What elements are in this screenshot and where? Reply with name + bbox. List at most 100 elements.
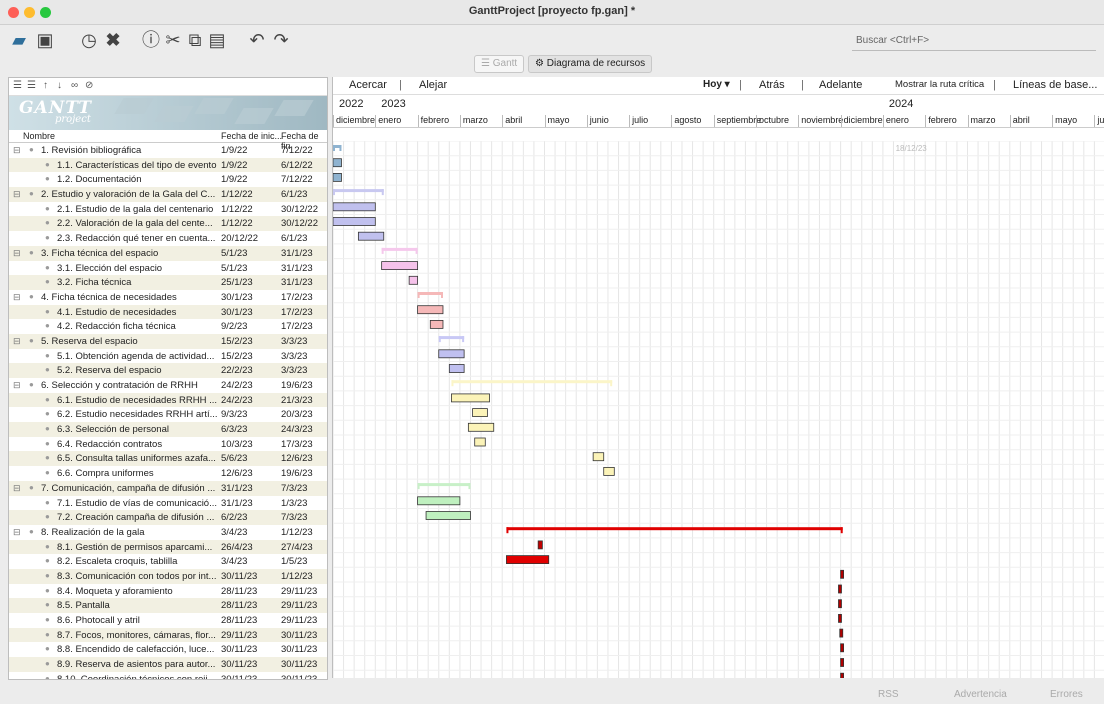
task-end-date[interactable]: 27/4/23 (281, 542, 327, 553)
task-name[interactable]: 6.4. Redacción contratos (57, 439, 223, 450)
outdent-icon[interactable]: ☰ (13, 80, 22, 91)
unlink-icon[interactable]: ⊘ (85, 80, 93, 91)
task-start-date[interactable]: 15/2/23 (221, 351, 276, 362)
task-end-date[interactable]: 6/1/23 (281, 233, 327, 244)
task-start-date[interactable]: 30/1/23 (221, 307, 276, 318)
task-start-date[interactable]: 26/4/23 (221, 542, 276, 553)
task-end-date[interactable]: 7/3/23 (281, 512, 327, 523)
task-end-date[interactable]: 1/12/23 (281, 571, 327, 582)
task-end-date[interactable]: 3/3/23 (281, 336, 327, 347)
task-row[interactable]: ⊟ ● 2. Estudio y valoración de la Gala del… (9, 187, 327, 202)
task-row[interactable]: ⊟ ● 7. Comunicación, campaña de difusión .… (9, 480, 327, 496)
task-name[interactable]: 8.7. Focos, monitores, cámaras, flor... (57, 630, 223, 641)
task-name[interactable]: 1.1. Características del tipo de evento (57, 160, 223, 171)
summary-task-bar[interactable] (381, 247, 418, 251)
task-end-date[interactable]: 1/3/23 (281, 498, 327, 509)
zoom-out-button[interactable]: Alejar (419, 79, 447, 91)
task-bar[interactable] (408, 275, 418, 285)
task-bar[interactable] (417, 305, 444, 315)
search-input[interactable]: Buscar <Ctrl+F> (852, 32, 1096, 51)
task-bar[interactable] (438, 349, 465, 359)
task-bar[interactable] (472, 408, 488, 418)
collapse-icon[interactable]: ⊟ (13, 527, 21, 538)
task-start-date[interactable]: 3/4/23 (221, 527, 276, 538)
collapse-icon[interactable]: ⊟ (13, 248, 21, 259)
task-start-date[interactable]: 1/12/22 (221, 204, 276, 215)
move-down-icon[interactable]: ↓ (57, 80, 62, 91)
task-bar[interactable] (838, 599, 842, 609)
task-start-date[interactable]: 22/2/23 (221, 365, 276, 376)
task-name[interactable]: 5.1. Obtención agenda de actividad... (57, 351, 223, 362)
task-row[interactable]: ● 7.2. Creación campaña de difusión ... 6/… (9, 510, 327, 525)
task-start-date[interactable]: 3/4/23 (221, 556, 276, 567)
task-start-date[interactable]: 12/6/23 (221, 468, 276, 479)
task-bar[interactable] (333, 202, 376, 212)
task-end-date[interactable]: 12/6/23 (281, 453, 327, 464)
task-end-date[interactable]: 21/3/23 (281, 395, 327, 406)
task-start-date[interactable]: 1/9/22 (221, 160, 276, 171)
task-start-date[interactable]: 15/2/23 (221, 336, 276, 347)
task-bar[interactable] (448, 364, 465, 373)
task-bar[interactable] (333, 173, 342, 182)
task-row[interactable]: ● 1.1. Características del tipo de evento… (9, 157, 327, 173)
back-button[interactable]: Atrás (759, 79, 785, 91)
task-row[interactable]: ● 2.3. Redacción qué tener en cuenta... 20… (9, 231, 327, 246)
task-start-date[interactable]: 9/3/23 (221, 409, 276, 420)
task-end-date[interactable]: 17/2/23 (281, 292, 327, 303)
task-name[interactable]: 1.2. Documentación (57, 174, 223, 185)
task-bar[interactable] (839, 628, 844, 638)
task-row[interactable]: ● 8.3. Comunicación con todos por int... 3… (9, 568, 327, 584)
column-header-start[interactable]: Fecha de inic... (221, 131, 282, 141)
copy-icon[interactable]: ⧉ (184, 29, 206, 51)
task-row[interactable]: ● 6.5. Consulta tallas uniformes azafa...… (9, 451, 327, 467)
task-name[interactable]: 8.9. Reserva de asientos para autor... (57, 659, 223, 670)
task-start-date[interactable]: 5/6/23 (221, 453, 276, 464)
indent-icon[interactable]: ☰ (27, 80, 36, 91)
collapse-icon[interactable]: ⊟ (13, 145, 21, 156)
task-bar[interactable] (425, 511, 471, 520)
task-row[interactable]: ● 6.1. Estudio de necesidades RRHH ... 24/… (9, 392, 327, 408)
task-start-date[interactable]: 28/11/23 (221, 600, 276, 611)
task-row[interactable]: ⊟ ● 4. Ficha técnica de necesidades 30/1/23… (9, 290, 327, 305)
task-end-date[interactable]: 17/2/23 (281, 307, 327, 318)
task-start-date[interactable]: 25/1/23 (221, 277, 276, 288)
task-name[interactable]: 5. Reserva del espacio (41, 336, 223, 347)
task-start-date[interactable]: 5/1/23 (221, 248, 276, 259)
task-row[interactable]: ● 8.1. Gestión de permisos aparcami... 26/… (9, 539, 327, 555)
task-name[interactable]: 6.3. Selección de personal (57, 424, 223, 435)
task-start-date[interactable]: 1/12/22 (221, 218, 276, 229)
task-name[interactable]: 8.6. Photocall y atril (57, 615, 223, 626)
today-button[interactable]: Hoy ▾ (703, 79, 730, 90)
undo-icon[interactable]: ↶ (246, 29, 268, 51)
task-start-date[interactable]: 6/3/23 (221, 424, 276, 435)
task-end-date[interactable]: 31/1/23 (281, 248, 327, 259)
info-icon[interactable]: ⓘ (140, 29, 162, 51)
task-row[interactable]: ● 2.2. Valoración de la gala del cente...… (9, 216, 327, 232)
task-end-date[interactable]: 1/5/23 (281, 556, 327, 567)
task-name[interactable]: 8.10. Coordinación técnicos con reji... (57, 674, 223, 679)
task-name[interactable]: 8.2. Escaleta croquis, tablilla (57, 556, 223, 567)
task-row[interactable]: ● 8.2. Escaleta croquis, tablilla 3/4/23 1/… (9, 554, 327, 569)
task-end-date[interactable]: 30/11/23 (281, 644, 327, 655)
history-icon[interactable]: ◷ (78, 29, 100, 51)
task-start-date[interactable]: 24/2/23 (221, 395, 276, 406)
task-end-date[interactable]: 24/3/23 (281, 424, 327, 435)
redo-icon[interactable]: ↷ (270, 29, 292, 51)
task-bar[interactable] (429, 319, 444, 329)
task-name[interactable]: 6.1. Estudio de necesidades RRHH ... (57, 395, 223, 406)
collapse-icon[interactable]: ⊟ (13, 189, 21, 200)
summary-task-bar[interactable] (417, 483, 471, 487)
save-icon[interactable]: ▣ (34, 29, 56, 51)
task-name[interactable]: 8.4. Moqueta y aforamiento (57, 586, 223, 597)
task-bar[interactable] (537, 540, 543, 550)
task-name[interactable]: 2.3. Redacción qué tener en cuenta... (57, 233, 223, 244)
task-row[interactable]: ● 8.6. Photocall y atril 28/11/23 29/11/23 (9, 613, 327, 628)
task-name[interactable]: 5.2. Reserva del espacio (57, 365, 223, 376)
task-row[interactable]: ● 5.2. Reserva del espacio 22/2/23 3/3/23 (9, 363, 327, 378)
task-name[interactable]: 6.6. Compra uniformes (57, 468, 223, 479)
task-end-date[interactable]: 19/6/23 (281, 468, 327, 479)
task-row[interactable]: ● 4.1. Estudio de necesidades 30/1/23 17/2/… (9, 304, 327, 320)
task-bar[interactable] (506, 555, 550, 565)
delete-icon[interactable]: ✖ (102, 29, 124, 51)
task-bar[interactable] (381, 261, 419, 270)
